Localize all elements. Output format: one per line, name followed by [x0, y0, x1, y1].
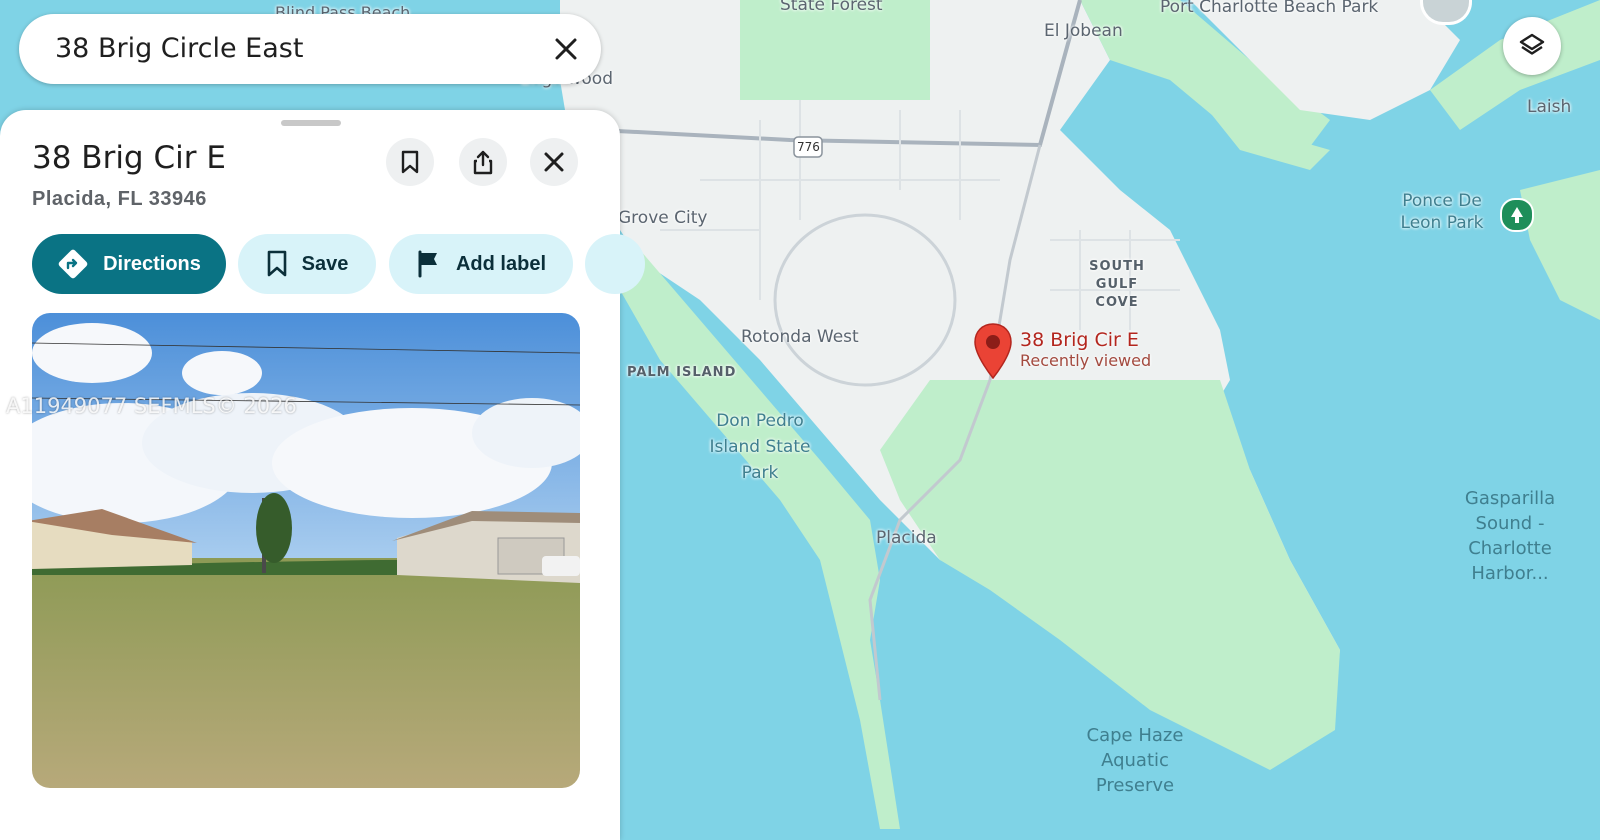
map-pin-icon[interactable]	[974, 323, 1012, 380]
map-label-rotonda-west[interactable]: Rotonda West	[741, 326, 859, 348]
directions-button[interactable]: Directions	[32, 234, 226, 294]
share-icon	[473, 150, 493, 175]
close-icon	[555, 38, 577, 60]
share-button[interactable]	[459, 138, 507, 186]
directions-icon	[58, 249, 88, 279]
map-pin-label[interactable]: 38 Brig Cir E Recently viewed	[1020, 329, 1151, 370]
close-panel-button[interactable]	[530, 138, 578, 186]
map-label-laish[interactable]: Laish	[1527, 96, 1571, 118]
directions-label: Directions	[103, 252, 201, 275]
map-label-gasparilla-sound[interactable]: Gasparilla Sound - Charlotte Harbor...	[1440, 486, 1580, 586]
map-label-cape-haze[interactable]: Cape Haze Aquatic Preserve	[1070, 723, 1200, 798]
save-button[interactable]: Save	[238, 234, 376, 294]
park-icon	[1500, 198, 1534, 232]
search-bar[interactable]: 38 Brig Circle East	[19, 14, 601, 84]
search-input[interactable]: 38 Brig Circle East	[55, 33, 303, 64]
map-pin-subtitle: Recently viewed	[1020, 351, 1152, 370]
bookmark-button[interactable]	[386, 138, 434, 186]
map-label-placida[interactable]: Placida	[876, 527, 937, 549]
street-view-photo[interactable]	[32, 313, 580, 788]
more-actions-chip[interactable]	[585, 234, 645, 294]
map-label-south-gulf-cove[interactable]: SOUTH GULF COVE	[1072, 258, 1162, 312]
bookmark-icon	[401, 150, 419, 174]
bookmark-icon	[267, 250, 286, 277]
map-label-el-jobean[interactable]: El Jobean	[1044, 20, 1123, 42]
close-icon	[544, 152, 564, 172]
map-pin-title: 38 Brig Cir E	[1020, 329, 1139, 351]
flag-icon	[418, 250, 437, 278]
place-panel: 38 Brig Cir E Placida, FL 33946 Directio…	[0, 110, 645, 840]
layers-icon	[1519, 33, 1545, 55]
map-label-don-pedro[interactable]: Don Pedro Island State Park	[700, 408, 820, 486]
map-label-ponce-de-leon[interactable]: Ponce De Leon Park	[1392, 190, 1492, 234]
map-label-grove-city[interactable]: Grove City	[618, 207, 707, 229]
clear-search-button[interactable]	[553, 36, 579, 62]
highway-shield-776[interactable]: 776	[797, 137, 820, 157]
map-label-state-forest[interactable]: State Forest	[780, 0, 883, 16]
add-label-button[interactable]: Add label	[389, 234, 573, 294]
drag-handle[interactable]	[281, 120, 341, 126]
place-address: Placida, FL 33946	[32, 188, 207, 210]
layers-button[interactable]	[1503, 17, 1561, 75]
save-label: Save	[301, 252, 349, 275]
map-label-palm-island[interactable]: PALM ISLAND	[627, 362, 736, 384]
listing-watermark: A11949077 SEFMLS© 2026	[6, 394, 297, 418]
map-label-port-charlotte[interactable]: Port Charlotte Beach Park	[1160, 0, 1378, 18]
add-label-label: Add label	[455, 252, 546, 275]
place-title: 38 Brig Cir E	[32, 140, 226, 176]
